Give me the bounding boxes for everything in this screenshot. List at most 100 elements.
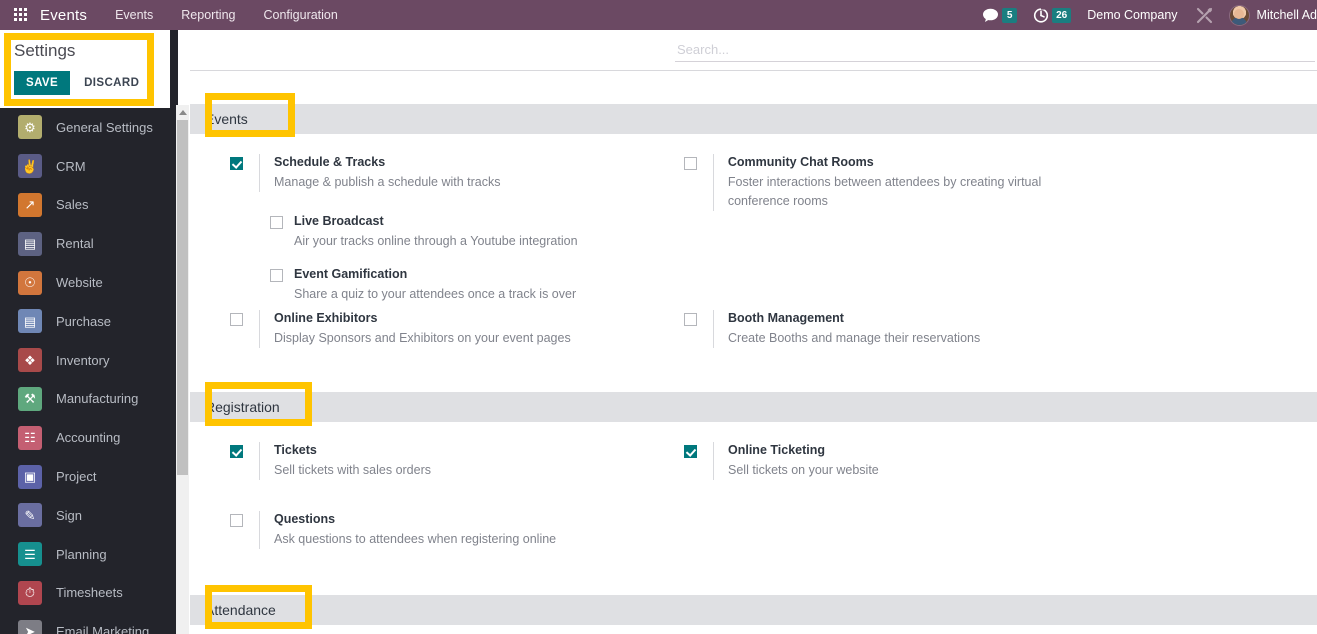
sidebar-item-label: CRM [56, 158, 86, 174]
schedule-icon: ☰ [18, 542, 42, 567]
setting-row-sections-0-right_rows-0: Community Chat Rooms Foster interactions … [684, 154, 1084, 211]
checkbox-sub-0[interactable] [270, 216, 283, 229]
setting-description: Sell tickets on your website [728, 463, 879, 477]
menu-item-configuration[interactable]: Configuration [261, 4, 339, 26]
sidebar-item-planning[interactable]: ☰ Planning [0, 535, 178, 574]
search-input[interactable] [675, 40, 1315, 62]
setting-title[interactable]: Community Chat Rooms [728, 154, 1084, 171]
sidebar-item-inventory[interactable]: ❖ Inventory [0, 341, 178, 380]
setting-description: Sell tickets with sales orders [274, 463, 432, 477]
section-title-events: Events [205, 111, 248, 127]
sub-setting-description: Share a quiz to your attendees once a tr… [294, 287, 577, 301]
row-separator [259, 511, 260, 549]
checkbox-sub-1[interactable] [270, 269, 283, 282]
sidebar-item-label: Inventory [56, 352, 110, 368]
row-separator [713, 154, 714, 211]
developer-tools-icon[interactable] [1196, 7, 1213, 24]
checkbox-sections-1-left_rows-1[interactable] [230, 514, 243, 527]
checkbox-sections-0-right_rows-0[interactable] [684, 157, 697, 170]
user-menu-label[interactable]: Mitchell Ad [1257, 8, 1317, 22]
setting-title[interactable]: Online Ticketing [728, 442, 879, 459]
checkbox-sections-1-right_rows-0[interactable] [684, 445, 697, 458]
control-panel-buttons: SAVE DISCARD [14, 71, 170, 95]
section-bar-attendance [190, 595, 1317, 625]
discard-button[interactable]: DISCARD [74, 71, 149, 95]
globe-icon: ☉ [18, 270, 42, 295]
sidebar-item-label: Timesheets [56, 585, 123, 601]
setting-row-sections-0-left_rows-1: Online Exhibitors Display Sponsors and Ex… [230, 310, 650, 348]
setting-row-sections-1-right_rows-0: Online Ticketing Sell tickets on your web… [684, 442, 1084, 480]
setting-description: Manage & publish a schedule with tracks [274, 175, 501, 189]
menu-item-reporting[interactable]: Reporting [179, 4, 237, 26]
sidebar-item-label: Sales [56, 197, 89, 213]
checkbox-sections-0-right_rows-1[interactable] [684, 313, 697, 326]
setting-title[interactable]: Online Exhibitors [274, 310, 571, 327]
setting-title[interactable]: Questions [274, 511, 556, 528]
apps-grid-icon[interactable] [14, 8, 28, 22]
setting-title[interactable]: Tickets [274, 442, 431, 459]
company-switcher[interactable]: Demo Company [1087, 8, 1177, 22]
scroll-up-arrow-icon[interactable] [176, 105, 189, 119]
setting-title[interactable]: Schedule & Tracks [274, 154, 501, 171]
sidebar-app-list: ⚙ General Settings ✌ CRM ↗ Sales ▤ Rental ☉ Websi… [0, 108, 178, 634]
checkbox-sections-0-left_rows-1[interactable] [230, 313, 243, 326]
sidebar-item-rental[interactable]: ▤ Rental [0, 224, 178, 263]
chart-up-icon: ↗ [18, 192, 42, 217]
wrench-icon: ⚒ [18, 386, 42, 411]
sub-setting-title[interactable]: Event Gamification [294, 267, 576, 282]
card-icon: ▤ [18, 309, 42, 334]
sidebar-item-project[interactable]: ▣ Project [0, 457, 178, 496]
setting-row-sections-0-right_rows-1: Booth Management Create Booths and manage… [684, 310, 1084, 348]
setting-row-sections-1-left_rows-0: Tickets Sell tickets with sales orders [230, 442, 650, 480]
setting-title[interactable]: Booth Management [728, 310, 980, 327]
signature-icon: ✎ [18, 503, 42, 528]
sidebar-item-purchase[interactable]: ▤ Purchase [0, 302, 178, 341]
sidebar-item-accounting[interactable]: ☷ Accounting [0, 418, 178, 457]
sidebar-item-website[interactable]: ☉ Website [0, 263, 178, 302]
checkbox-sections-0-left_rows-0[interactable] [230, 157, 243, 170]
messages-menu[interactable]: 5 [982, 7, 1018, 23]
sidebar-item-label: Planning [56, 546, 107, 562]
sidebar-item-general-settings[interactable]: ⚙ General Settings [0, 108, 178, 147]
sidebar-item-label: General Settings [56, 119, 153, 135]
sub-setting-row: Event Gamification Share a quiz to your a… [270, 267, 576, 304]
sidebar-item-manufacturing[interactable]: ⚒ Manufacturing [0, 380, 178, 419]
row-separator [259, 442, 260, 480]
sidebar-item-timesheets[interactable]: ⏱ Timesheets [0, 574, 178, 613]
checkbox-sections-1-left_rows-0[interactable] [230, 445, 243, 458]
sidebar-item-sales[interactable]: ↗ Sales [0, 186, 178, 225]
row-separator [713, 310, 714, 348]
menu-item-events[interactable]: Events [113, 4, 155, 26]
sidebar-item-crm[interactable]: ✌ CRM [0, 147, 178, 186]
sidebar-item-label: Project [56, 469, 97, 485]
section-title-registration: Registration [205, 399, 280, 415]
sidebar-item-sign[interactable]: ✎ Sign [0, 496, 178, 535]
activities-menu[interactable]: 26 [1033, 7, 1072, 23]
paper-plane-icon: ➤ [18, 619, 42, 634]
clock-activity-icon [1033, 7, 1049, 23]
search-area [600, 30, 1317, 70]
row-separator [713, 442, 714, 480]
sidebar-item-label: Sign [56, 507, 83, 523]
handshake-icon: ✌ [18, 154, 42, 179]
sub-setting-description: Air your tracks online through a Youtube… [294, 234, 578, 248]
sidebar-item-email-marketing[interactable]: ➤ Email Marketing [0, 612, 178, 634]
section-bar-registration [190, 392, 1317, 422]
row-separator [259, 154, 260, 192]
sub-setting-row: Live Broadcast Air your tracks online thr… [270, 214, 578, 251]
setting-row-sections-0-left_rows-0: Schedule & Tracks Manage & publish a sche… [230, 154, 650, 192]
app-brand-title[interactable]: Events [40, 7, 87, 24]
save-button[interactable]: SAVE [14, 71, 71, 95]
sidebar-item-label: Manufacturing [56, 391, 139, 407]
stopwatch-icon: ⏱ [18, 580, 42, 605]
box-icon: ❖ [18, 348, 42, 373]
setting-row-sections-1-left_rows-1: Questions Ask questions to attendees when… [230, 511, 650, 549]
calendar-icon: ▤ [18, 231, 42, 256]
gear-icon: ⚙ [18, 115, 42, 140]
sidebar-scrollbar-thumb[interactable] [177, 120, 188, 475]
settings-sidebar: ⚙ General Settings ✌ CRM ↗ Sales ▤ Rental ☉ Websi… [0, 30, 178, 634]
avatar[interactable] [1228, 4, 1250, 26]
sub-setting-title[interactable]: Live Broadcast [294, 214, 578, 229]
section-bar-events [190, 104, 1317, 134]
document-icon: ☷ [18, 425, 42, 450]
